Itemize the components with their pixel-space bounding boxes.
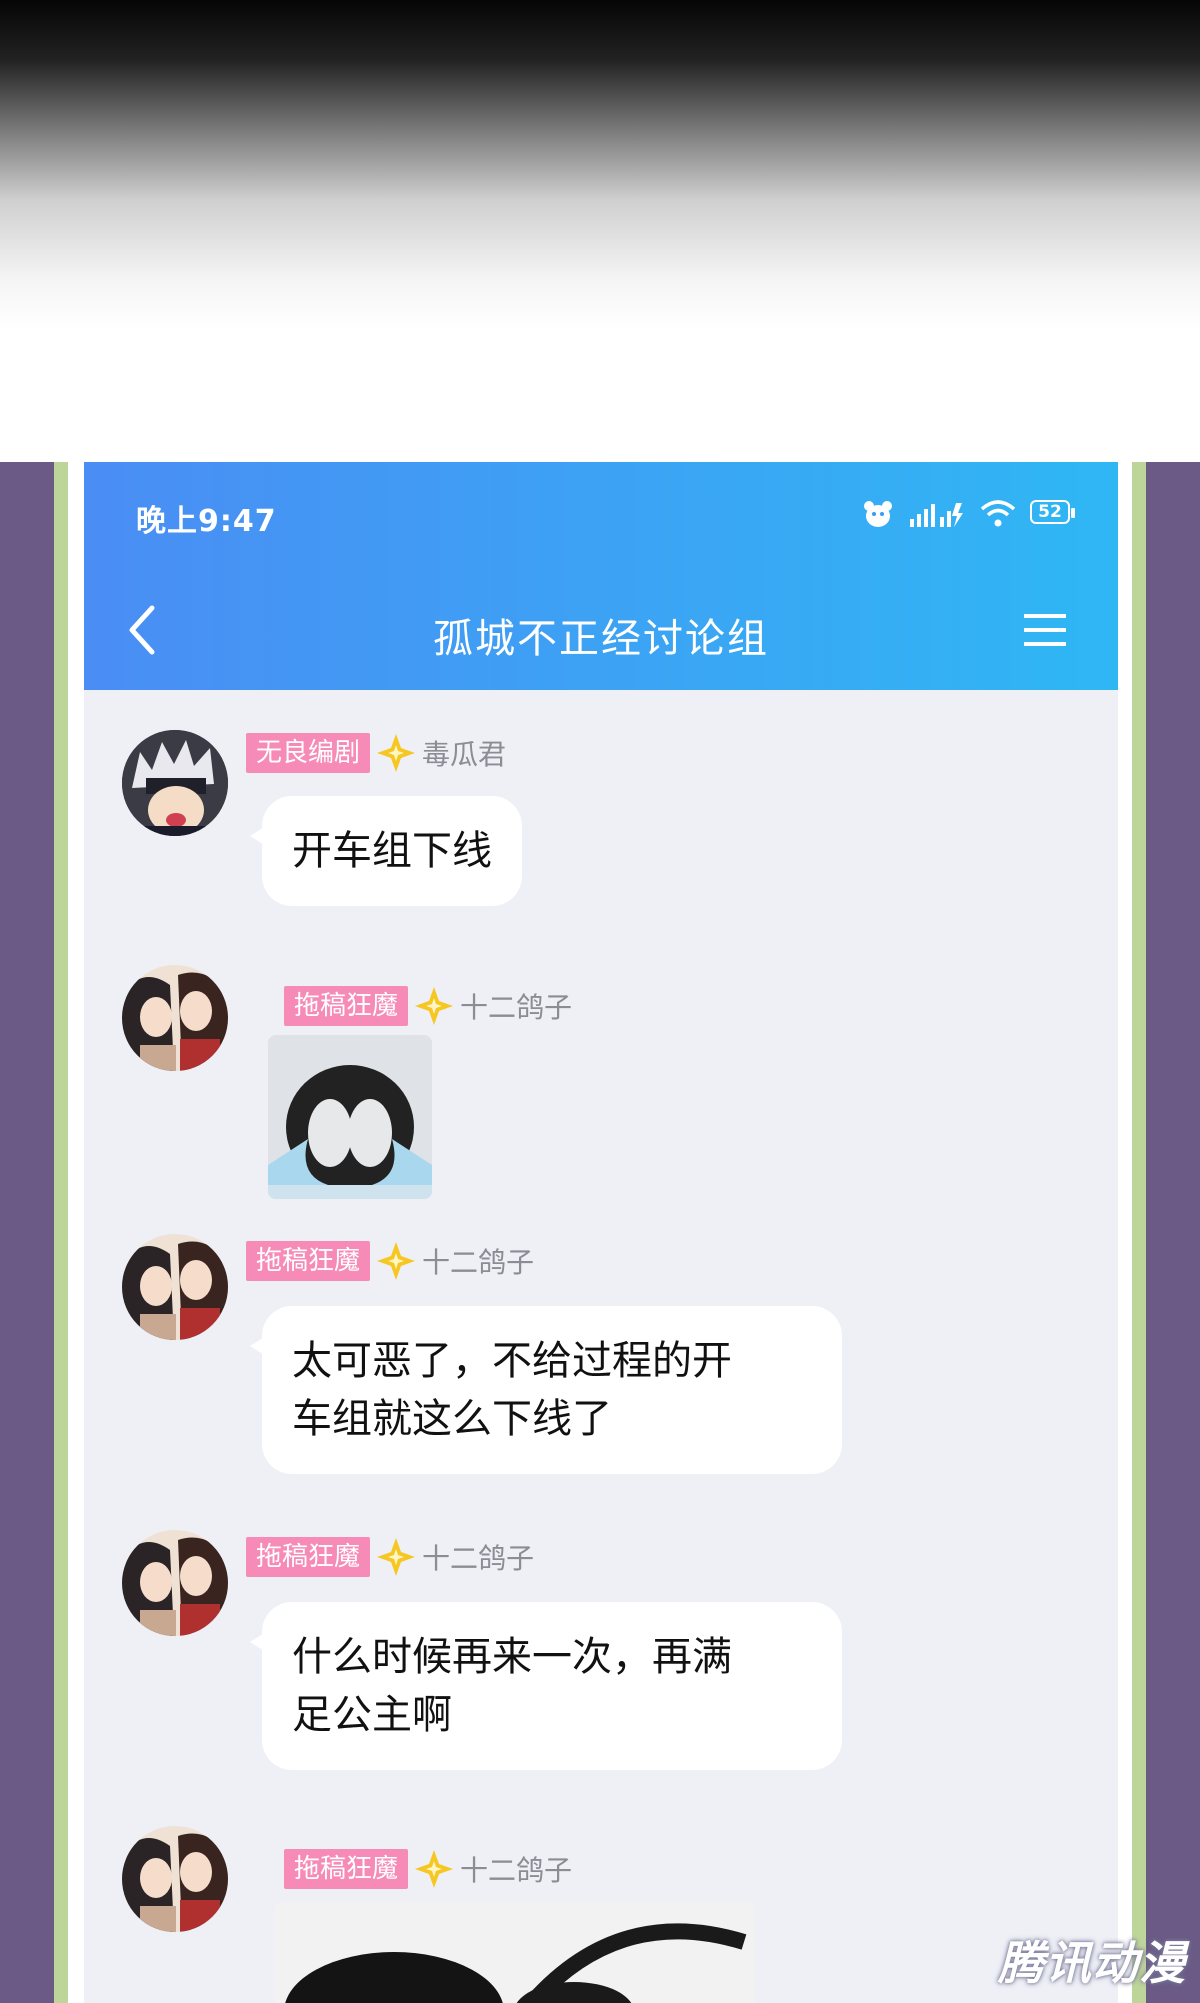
avatar[interactable] (122, 730, 228, 836)
sender-name: 十二鸽子 (460, 991, 573, 1024)
two-girls-avatar-icon (122, 965, 228, 1071)
member-title-tag: 拖稿狂魔 (284, 986, 409, 1026)
avatar[interactable] (122, 1826, 228, 1932)
star-badge-icon (377, 734, 416, 772)
message-bubble[interactable]: 什么时候再来一次，再满 足公主啊 (250, 1602, 842, 1770)
star-badge-icon (415, 1850, 454, 1888)
photo-top-glare (0, 0, 1200, 462)
status-time: 晚上9:47 (136, 504, 277, 539)
battery-icon: 52 (1030, 500, 1078, 528)
message-text-line: 什么时候再来一次，再满 (292, 1634, 732, 1680)
sender-name: 十二鸽子 (422, 1542, 535, 1575)
sender-name: 毒瓜君 (422, 738, 507, 771)
sender-name: 十二鸽子 (422, 1246, 535, 1279)
message-text-line: 太可恶了，不给过程的开 (292, 1338, 732, 1384)
avatar[interactable] (122, 1234, 228, 1340)
two-girls-avatar-icon (122, 1530, 228, 1636)
sender-meta: 无良编剧 毒瓜君 (246, 732, 506, 774)
status-icons: 52 (862, 496, 1078, 532)
crying-penguin-sticker-icon (268, 1035, 432, 1199)
message-bubble[interactable]: 太可恶了，不给过程的开 车组就这么下线了 (250, 1306, 842, 1474)
avatar[interactable] (122, 1530, 228, 1636)
star-badge-icon (415, 987, 454, 1025)
star-badge-icon (377, 1538, 416, 1576)
avatar[interactable] (122, 965, 228, 1071)
member-title-tag: 无良编剧 (246, 733, 371, 773)
member-title-tag: 拖稿狂魔 (246, 1537, 371, 1577)
sender-meta: 拖稿狂魔 十二鸽子 (246, 1240, 534, 1282)
two-girls-avatar-icon (122, 1826, 228, 1932)
sender-meta: 拖稿狂魔 十二鸽子 (284, 985, 572, 1027)
frame-left-border (0, 462, 68, 2003)
message-text: 开车组下线 (292, 828, 492, 874)
message-text-line: 足公主啊 (292, 1692, 452, 1738)
page-title: 孤城不正经讨论组 (433, 616, 769, 662)
battery-level: 52 (1038, 502, 1062, 522)
sender-meta: 拖稿狂魔 十二鸽子 (284, 1848, 572, 1890)
star-badge-icon (377, 1242, 416, 1280)
sender-name: 十二鸽子 (460, 1854, 573, 1887)
message-text-line: 车组就这么下线了 (292, 1396, 612, 1442)
watermark-logo: 腾讯动漫 (998, 1936, 1186, 1990)
title-row: 孤城不正经讨论组 (84, 582, 1118, 678)
sticker-image[interactable] (268, 1035, 432, 1199)
phone-screen: 晚上9:47 52 孤城不正经讨论组 无良编剧 毒瓜君 开车组下线 拖稿狂魔 十… (84, 462, 1118, 2003)
app-header: 晚上9:47 52 孤城不正经讨论组 (84, 462, 1118, 690)
member-title-tag: 拖稿狂魔 (284, 1849, 409, 1889)
message-bubble[interactable]: 开车组下线 (250, 796, 522, 906)
frame-right-border (1132, 462, 1200, 2003)
white-hair-character-icon (122, 730, 228, 836)
sender-meta: 拖稿狂魔 十二鸽子 (246, 1536, 534, 1578)
member-title-tag: 拖稿狂魔 (246, 1241, 371, 1281)
wifi-icon (980, 500, 1016, 527)
panda-sticker-icon (274, 1902, 754, 2003)
two-girls-avatar-icon (122, 1234, 228, 1340)
bear-icon (864, 501, 892, 527)
signal-icon (910, 503, 963, 527)
sticker-image[interactable] (274, 1902, 754, 2003)
menu-icon[interactable] (1022, 608, 1068, 652)
